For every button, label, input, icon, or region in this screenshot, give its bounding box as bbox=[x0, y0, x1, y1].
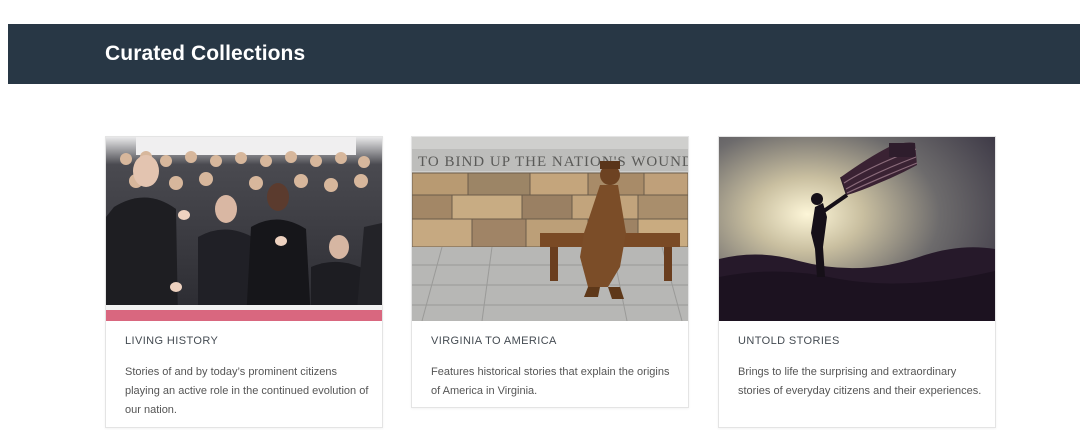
collection-card-living-history[interactable]: LIVING HISTORY Stories of and by today’s… bbox=[105, 136, 383, 428]
collection-image-untold-stories[interactable] bbox=[719, 137, 995, 321]
collection-card-virginia-to-america[interactable]: TO BIND UP THE NATION'S WOUNDS VIRGINIA … bbox=[411, 136, 689, 408]
collection-description: Stories of and by today’s prominent citi… bbox=[125, 366, 369, 416]
collection-description: Brings to life the surprising and extrao… bbox=[738, 366, 982, 397]
collection-title[interactable]: LIVING HISTORY bbox=[125, 335, 218, 347]
page-title: Curated Collections bbox=[105, 42, 306, 65]
header-bar: Curated Collections bbox=[8, 24, 1080, 84]
collection-description: Features historical stories that explain… bbox=[431, 366, 670, 397]
collection-card-untold-stories[interactable]: UNTOLD STORIES Brings to life the surpri… bbox=[718, 136, 996, 428]
collection-title[interactable]: VIRGINIA TO AMERICA bbox=[431, 335, 557, 347]
inscription-text: TO BIND UP THE NATION'S WOUNDS bbox=[418, 154, 688, 170]
collection-title[interactable]: UNTOLD STORIES bbox=[738, 335, 840, 347]
collection-image-virginia-to-america[interactable]: TO BIND UP THE NATION'S WOUNDS bbox=[412, 137, 688, 321]
collection-image-living-history[interactable] bbox=[106, 137, 382, 321]
